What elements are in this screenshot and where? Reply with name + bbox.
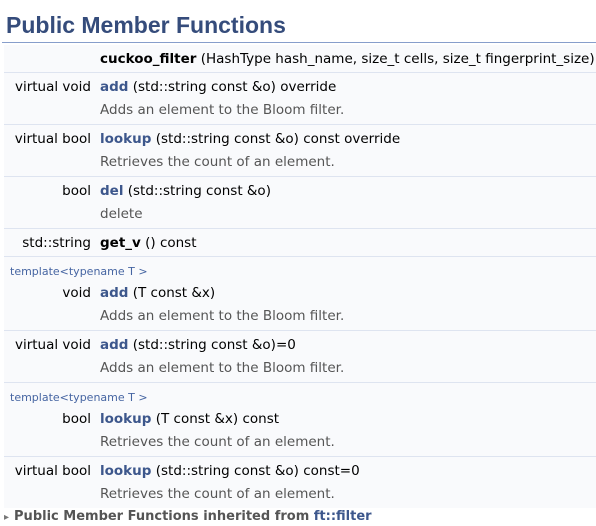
function-signature: (std::string const &o) override	[128, 79, 337, 95]
function-signature: (std::string const &o) const override	[151, 131, 401, 147]
template-declaration: template<typename T >	[10, 265, 148, 278]
member-row-lookup-template: bool lookup (T const &x) const	[4, 405, 596, 432]
member-row-lookup-pure: virtual bool lookup (std::string const &…	[4, 457, 596, 484]
template-declaration: template<typename T >	[10, 391, 148, 404]
member-row-add: virtual void add (std::string const &o) …	[4, 73, 596, 100]
member-row-add-template: void add (T const &x)	[4, 279, 596, 306]
function-description: Retrieves the count of an element.	[100, 486, 335, 502]
function-link-add[interactable]: add	[100, 285, 128, 301]
member-row-cuckoo-filter: cuckoo_filter (HashType hash_name, size_…	[4, 45, 596, 72]
function-name-cuckoo-filter[interactable]: cuckoo_filter	[100, 51, 196, 67]
function-description: Retrieves the count of an element.	[100, 434, 335, 450]
function-name-get-v[interactable]: get_v	[100, 235, 141, 251]
return-type: bool	[62, 411, 91, 427]
return-type: virtual bool	[14, 463, 91, 479]
function-signature: (T const &x) const	[151, 411, 280, 427]
inherited-members-toggle[interactable]: ▸ Public Member Functions inherited from …	[4, 509, 372, 524]
function-description: delete	[100, 206, 143, 222]
member-row-lookup: virtual bool lookup (std::string const &…	[4, 125, 596, 152]
inherited-members-label: Public Member Functions inherited from	[14, 509, 314, 524]
base-class-link[interactable]: ft::filter	[314, 509, 372, 524]
section-title: Public Member Functions	[6, 12, 286, 38]
member-functions-table: cuckoo_filter (HashType hash_name, size_…	[4, 45, 596, 508]
function-signature: () const	[140, 235, 197, 251]
function-signature: (std::string const &o)	[123, 183, 271, 199]
member-row-get-v: std::string get_v () const	[4, 229, 596, 256]
function-link-lookup[interactable]: lookup	[100, 463, 151, 479]
return-type: virtual void	[14, 337, 91, 353]
function-signature: (std::string const &o) const=0	[151, 463, 360, 479]
function-link-del[interactable]: del	[100, 183, 123, 199]
function-signature: (std::string const &o)=0	[128, 337, 296, 353]
section-title-underline	[2, 42, 596, 43]
return-type	[4, 45, 100, 72]
function-signature: (T const &x)	[128, 285, 216, 301]
return-type: virtual bool	[14, 131, 91, 147]
function-link-add[interactable]: add	[100, 79, 128, 95]
expand-arrow-icon[interactable]: ▸	[4, 512, 9, 523]
member-row-del: bool del (std::string const &o)	[4, 177, 596, 204]
function-link-lookup[interactable]: lookup	[100, 411, 151, 427]
function-link-add[interactable]: add	[100, 337, 128, 353]
return-type: void	[62, 285, 91, 301]
function-description: Adds an element to the Bloom filter.	[100, 360, 345, 376]
function-description: Retrieves the count of an element.	[100, 154, 335, 170]
return-type: virtual void	[14, 79, 91, 95]
return-type: bool	[62, 183, 91, 199]
function-description: Adds an element to the Bloom filter.	[100, 308, 345, 324]
return-type: std::string	[22, 235, 91, 251]
function-description: Adds an element to the Bloom filter.	[100, 102, 345, 118]
function-link-lookup[interactable]: lookup	[100, 131, 151, 147]
function-signature: (HashType hash_name, size_t cells, size_…	[196, 51, 595, 67]
member-row-add-pure: virtual void add (std::string const &o)=…	[4, 331, 596, 358]
